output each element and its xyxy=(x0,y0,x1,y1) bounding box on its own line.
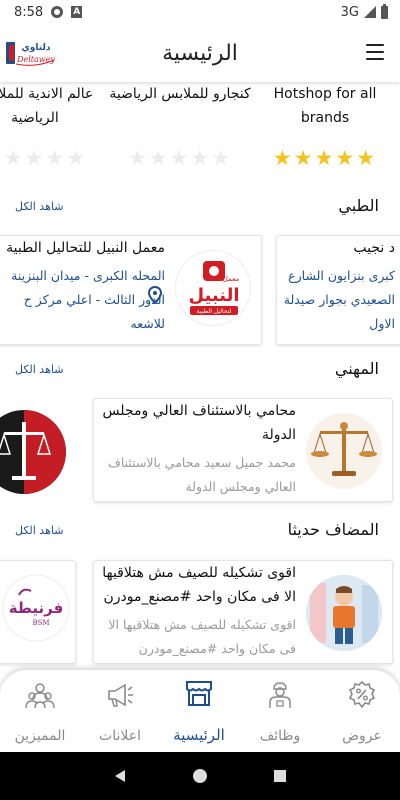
brand-name: كنجارو للملابس الرياضية xyxy=(109,86,251,102)
nav-label: اعلانات xyxy=(99,728,141,744)
business-card-fornita[interactable]: فرنيطة BSM xyxy=(0,560,76,664)
see-all-link[interactable]: شاهد الكل xyxy=(15,200,63,213)
business-card-modern-factory[interactable]: اقوى تشكيله للصيف مش هتلاقيها الا فى مكا… xyxy=(93,560,393,664)
nav-label: وظائف xyxy=(259,728,301,744)
worker-icon xyxy=(269,682,291,708)
rating-stars: ★★★★★ xyxy=(127,146,233,170)
nav-label: الرئيسية xyxy=(173,726,225,744)
megaphone-icon xyxy=(108,683,133,707)
card-title-line2: الدولة xyxy=(261,427,296,443)
back-icon[interactable] xyxy=(112,768,128,784)
nav-jobs[interactable]: وظائف xyxy=(242,680,318,746)
brand-name: عالم الاندية للملابس الرياضية xyxy=(0,86,94,126)
business-logo-legal xyxy=(0,410,66,494)
percent-badge-icon xyxy=(348,680,376,709)
home-content[interactable]: Hotshop for all brands ★★★★★ كنجارو للمل… xyxy=(0,82,400,670)
card-address-line: كبرى بنزايون الشارع xyxy=(288,268,395,283)
card-description: فى مكان واحد #مصنع_مودرن xyxy=(138,641,296,656)
page-title: الرئيسية xyxy=(162,40,238,66)
logo-text: دلتاوي xyxy=(22,43,51,53)
signal-icon xyxy=(364,6,376,18)
section-professional-header: المهني شاهد الكل xyxy=(0,359,400,389)
card-address-line: الصعيدي بجوار صيدلة xyxy=(283,292,395,307)
rating-stars: ★★★★★ xyxy=(272,146,378,170)
business-logo-fornita: فرنيطة BSM xyxy=(1,573,71,643)
nav-ads[interactable]: اعلانات xyxy=(82,680,158,746)
nav-label: عروض xyxy=(342,728,382,744)
card-title: محامي بالاستئناف العالي ومجلس xyxy=(102,403,296,419)
location-pin-icon xyxy=(148,286,162,304)
card-address-line: الدور الثالث - اعلي مركز ح xyxy=(23,292,165,307)
team-icon xyxy=(25,683,55,709)
brand-card-kangaroo[interactable]: كنجارو للملابس الرياضية ★★★★★ xyxy=(105,82,255,169)
logo-main-text: فرنيطة xyxy=(9,599,64,617)
system-navigation-bar xyxy=(0,752,400,800)
app-logo[interactable]: دلتاوي Deltawey xyxy=(6,38,56,68)
home-icon[interactable] xyxy=(192,768,208,784)
status-time: 8:58 xyxy=(14,4,44,20)
card-address-line: الاول xyxy=(369,316,395,331)
business-logo-scales xyxy=(306,413,382,489)
settings-icon xyxy=(51,6,64,18)
business-card-dr-nagib[interactable]: د نجيب كبرى بنزايون الشارع الصعيدي بجوار… xyxy=(276,235,400,345)
business-card-lawyer[interactable]: محامي بالاستئناف العالي ومجلس الدولة محم… xyxy=(93,398,393,502)
card-title-line2: الا فى مكان واحد #مصنع_مودرن xyxy=(103,589,296,605)
card-address-line: للاشعه xyxy=(130,316,165,331)
card-title: د نجيب xyxy=(353,240,395,256)
card-description: محمد جميل سعيد محامي بالاستئناف xyxy=(107,455,296,470)
business-photo-kid xyxy=(306,575,382,651)
store-icon xyxy=(186,681,212,706)
section-recent-header: المضاف حديثا شاهد الكل xyxy=(0,520,400,550)
hamburger-menu-icon[interactable] xyxy=(366,44,384,60)
status-bar: 8:58 A 3G xyxy=(0,0,400,24)
logo-small-text: معمل xyxy=(223,275,240,283)
nav-featured[interactable]: المميزين xyxy=(2,680,78,746)
status-right: 3G xyxy=(340,3,388,20)
notification-a-icon: A xyxy=(71,6,83,18)
bottom-navigation: عروض وظائف الرئيسية اعلانات المميزين xyxy=(0,670,400,752)
nav-label: المميزين xyxy=(14,728,66,744)
card-description: اقوى تشكيله للصيف مش هتلاقيها الا xyxy=(108,617,296,632)
business-card-alnabil-lab[interactable]: معمل النبيل لتحاليل الطبية معمل النبيل ل… xyxy=(0,235,262,345)
logo-tag-text: لتحاليل الطبية xyxy=(197,308,232,315)
status-left: 8:58 A xyxy=(14,4,83,20)
business-logo: معمل النبيل لتحاليل الطبية xyxy=(175,250,251,326)
rating-stars: ★★★★★ xyxy=(0,146,88,170)
brand-card-hotshop[interactable]: Hotshop for all brands ★★★★★ xyxy=(250,82,400,169)
section-title: الطبي xyxy=(338,196,379,215)
section-title: المضاف حديثا xyxy=(287,520,379,539)
see-all-link[interactable]: شاهد الكل xyxy=(15,524,63,537)
brand-card-clubs-world[interactable]: عالم الاندية للملابس الرياضية ★★★★★ xyxy=(0,82,110,169)
recents-icon[interactable] xyxy=(272,768,288,784)
network-type: 3G xyxy=(340,4,359,20)
see-all-link[interactable]: شاهد الكل xyxy=(15,363,63,376)
nav-offers[interactable]: عروض xyxy=(324,680,400,746)
nav-home[interactable]: الرئيسية xyxy=(161,678,237,744)
logo-sub-text: BSM xyxy=(32,619,49,627)
logo-main-text: النبيل xyxy=(188,285,239,306)
card-title: معمل النبيل للتحاليل الطبية xyxy=(6,240,165,256)
section-title: المهني xyxy=(334,359,379,378)
card-description: العالي ومجلس الدولة xyxy=(185,479,296,494)
app-bar: دلتاوي Deltawey الرئيسية xyxy=(0,24,400,82)
card-title: اقوى تشكيله للصيف مش هتلاقيها xyxy=(102,565,296,581)
brand-name: Hotshop for all brands xyxy=(273,86,377,126)
business-card-legal-partial[interactable] xyxy=(0,398,76,502)
logo-sub: Deltawey xyxy=(16,55,55,64)
card-address-line: المحله الكبرى - ميدان البنزينة xyxy=(11,268,165,283)
battery-icon xyxy=(381,3,388,19)
section-medical-header: الطبي شاهد الكل xyxy=(0,196,400,226)
